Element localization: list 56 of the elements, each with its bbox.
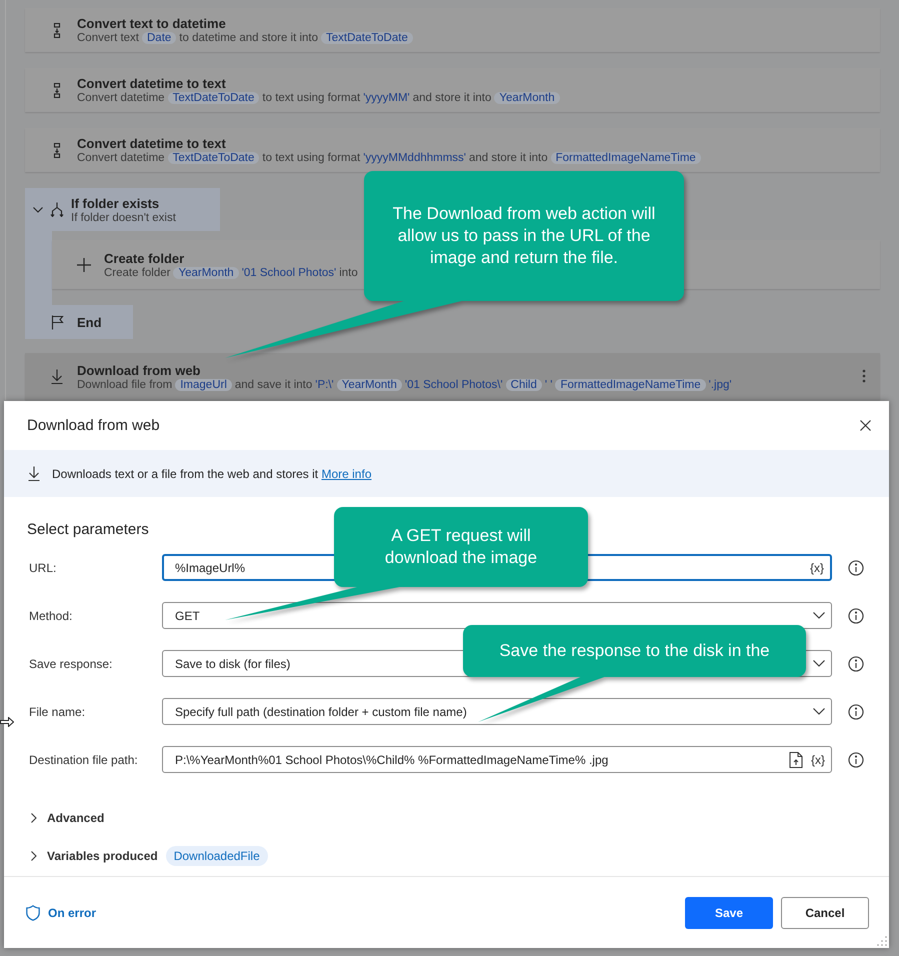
callout-text: Save the response to the disk in the: [499, 640, 770, 662]
field-value: Save to disk (for files): [175, 656, 292, 670]
variable-tag: TextDateToDate: [168, 92, 260, 104]
action-title: Convert datetime to text: [77, 76, 227, 91]
description-text: Create folder: [104, 266, 170, 278]
variable-tag: YearMonth: [494, 92, 560, 104]
description-text: and store it into: [412, 92, 492, 104]
field-label: Save response:: [29, 656, 114, 670]
section-title: Select parameters: [27, 521, 149, 538]
literal-text: ' ': [544, 378, 552, 390]
variable-tag: FormattedImageNameTime: [555, 378, 706, 390]
field-value: Specify full path (destination folder + custom file name): [175, 704, 468, 718]
action-title: Convert text to datetime: [77, 16, 227, 31]
callout-text: A GET request will download the image: [384, 525, 538, 569]
variable-tag: Date: [142, 32, 176, 44]
field-label: Destination file path:: [29, 752, 139, 766]
action-title: Create folder: [104, 250, 186, 266]
field-label: Method:: [29, 608, 74, 622]
description-text: Convert text: [77, 32, 139, 44]
action-title: Convert datetime to text: [77, 136, 227, 151]
literal-text: 'yyyyMM': [363, 92, 410, 104]
variable-tag: ImageUrl: [175, 378, 232, 390]
description-text: Convert datetime: [77, 152, 165, 164]
literal-text: '.jpg': [708, 378, 732, 390]
variable-tag: YearMonth: [336, 378, 402, 390]
description-text: and store it into: [469, 152, 548, 164]
description-text: to datetime and store it into: [179, 32, 318, 44]
literal-text: '01 School Photos': [242, 266, 336, 278]
description-text: If folder: [71, 212, 110, 224]
description-text: to text using format: [262, 152, 360, 164]
description-text: Convert datetime: [77, 92, 165, 104]
action-title: If folder exists: [71, 196, 160, 210]
variable-tag: TextDateToDate: [321, 32, 413, 44]
callout-text: The Download from web action will allow us to pass in the URL of the image and return the file.: [392, 203, 656, 269]
info-text: Downloads text or a file from the web and stores it More info: [52, 466, 372, 480]
description-text: into: [339, 266, 358, 278]
variable-tag: YearMonth: [173, 266, 239, 278]
action-title: End: [77, 314, 102, 330]
variable-tag: DownloadedFile: [166, 846, 268, 866]
literal-text: 'yyyyMMddhhmmss': [363, 152, 466, 164]
field-label: URL:: [29, 560, 58, 574]
field-value: P:\%YearMonth%01 School Photos\%Child% %FormattedImageNameTime% .jpg: [175, 752, 610, 766]
action-title: Download from web: [77, 362, 202, 378]
literal-text: '01 School Photos\': [404, 378, 503, 390]
variable-tag: TextDateToDate: [168, 152, 260, 164]
variable-tag: FormattedImageNameTime: [550, 152, 701, 164]
description-text: and save it into: [234, 378, 312, 390]
field-value: GET: [175, 608, 201, 622]
description-text: to text using format: [262, 92, 360, 104]
variable-tag: Child: [506, 378, 542, 390]
literal-text: 'P:\': [315, 378, 334, 390]
field-value: %ImageUrl%: [175, 560, 246, 574]
field-label: File name:: [29, 704, 86, 718]
description-text: Download file from: [77, 378, 172, 390]
description-text: doesn't exist: [112, 212, 176, 224]
dialog-title: Download from web: [27, 417, 160, 434]
